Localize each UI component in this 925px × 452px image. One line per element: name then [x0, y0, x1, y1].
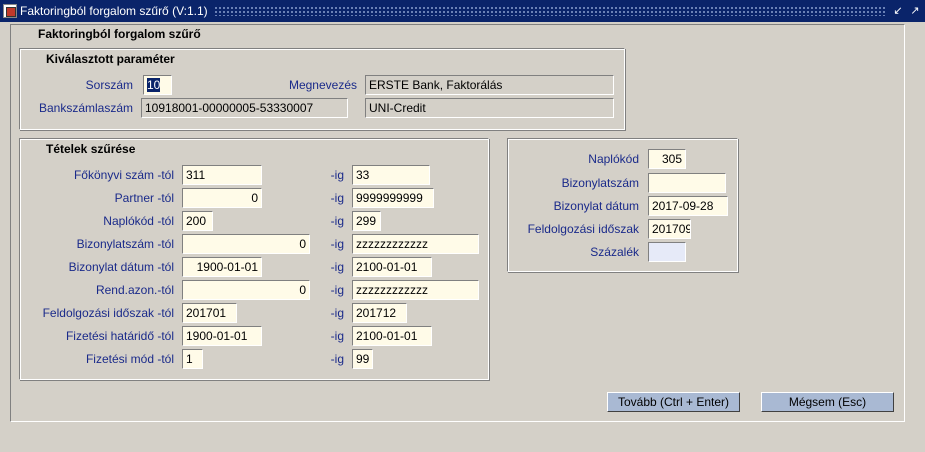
feldolgozasi-to-field[interactable]: 201712 [352, 303, 407, 323]
window-title: Faktoringból forgalom szűrő (V:1.1) [20, 4, 208, 18]
fizetesi-hatarido-to-field[interactable]: 2100-01-01 [352, 326, 432, 346]
rend-azon-to-field[interactable]: zzzzzzzzzzzz [352, 280, 479, 300]
filter-heading: Tételek szűrése [46, 142, 136, 156]
filter-row-label: Rend.azon.-tól [95, 283, 174, 297]
naplokod-field[interactable]: 305 [648, 149, 686, 169]
sorszam-field[interactable]: 10 [143, 75, 172, 95]
bizonylat-datum-field[interactable]: 2017-09-28 [648, 196, 728, 216]
naplokod-to-field[interactable]: 299 [352, 211, 381, 231]
sorszam-value: 10 [147, 78, 161, 92]
bizonylatszam-to-field[interactable]: zzzzzzzzzzzz [352, 234, 479, 254]
filter-row-label: Fizetési mód -tól [85, 352, 174, 366]
ig-label: -ig [330, 260, 344, 274]
fokonyvi-to-field[interactable]: 33 [352, 165, 430, 185]
ig-label: -ig [330, 283, 344, 297]
partner-to-field[interactable]: 9999999999 [352, 188, 434, 208]
filter-row-label: Bizonylatszám -tól [76, 237, 174, 251]
title-bar-pattern [213, 6, 885, 16]
ig-label: -ig [330, 214, 344, 228]
ig-label: -ig [330, 306, 344, 320]
rend-azon-from-field[interactable]: 0 [182, 280, 310, 300]
cancel-button[interactable]: Mégsem (Esc) [761, 392, 894, 412]
filter-row-label: Feldolgozási időszak -tól [42, 306, 174, 320]
filter-row-label: Partner -tól [114, 191, 174, 205]
bizonylatszam-label: Bizonylatszám [561, 176, 639, 190]
bizonylatszam-from-field[interactable]: 0 [182, 234, 310, 254]
partner-from-field[interactable]: 0 [182, 188, 262, 208]
title-bar: Faktoringból forgalom szűrő (V:1.1) ↙ ↗ [0, 0, 925, 22]
feldolgozasi-label: Feldolgozási időszak [527, 222, 639, 236]
ig-label: -ig [330, 329, 344, 343]
next-button[interactable]: Tovább (Ctrl + Enter) [607, 392, 740, 412]
bank-name-field: UNI-Credit [365, 98, 614, 118]
maximize-icon[interactable]: ↗ [908, 4, 922, 18]
ig-label: -ig [330, 352, 344, 366]
fizetesi-mod-from-field[interactable]: 1 [182, 349, 203, 369]
bizonylat-datum-to-field[interactable]: 2100-01-01 [352, 257, 432, 277]
szazalek-label: Százalék [590, 245, 639, 259]
szazalek-field[interactable] [648, 242, 686, 262]
feldolgozasi-from-field[interactable]: 201701 [182, 303, 237, 323]
bizonylatszam-field[interactable] [648, 173, 726, 193]
fokonyvi-from-field[interactable]: 311 [182, 165, 262, 185]
minimize-icon[interactable]: ↙ [891, 4, 905, 18]
naplokod-label: Naplókód [588, 152, 639, 166]
bizonylat-datum-label: Bizonylat dátum [553, 199, 639, 213]
megnevezes-label: Megnevezés [288, 78, 357, 92]
filter-row-label: Fizetési határidő -tól [65, 329, 174, 343]
fizetesi-hatarido-from-field[interactable]: 1900-01-01 [182, 326, 262, 346]
naplokod-from-field[interactable]: 200 [182, 211, 213, 231]
filter-row-label: Naplókód -tól [103, 214, 174, 228]
filter-row-label: Bizonylat dátum -tól [68, 260, 174, 274]
bankszamla-label: Bankszámlaszám [38, 101, 133, 115]
ig-label: -ig [330, 237, 344, 251]
form-heading: Faktoringból forgalom szűrő [38, 27, 201, 41]
ig-label: -ig [330, 191, 344, 205]
selected-params-heading: Kiválasztott paraméter [46, 52, 175, 66]
bankszamla-field: 10918001-00000005-53330007 [141, 98, 348, 118]
sorszam-label: Sorszám [85, 78, 133, 92]
app-icon [3, 4, 17, 18]
feldolgozasi-field[interactable]: 201709 [648, 219, 691, 239]
fizetesi-mod-to-field[interactable]: 99 [352, 349, 373, 369]
bizonylat-datum-from-field[interactable]: 1900-01-01 [182, 257, 262, 277]
megnevezes-field: ERSTE Bank, Faktorálás [365, 75, 614, 95]
filter-row-label: Főkönyvi szám -tól [73, 168, 174, 182]
ig-label: -ig [330, 168, 344, 182]
